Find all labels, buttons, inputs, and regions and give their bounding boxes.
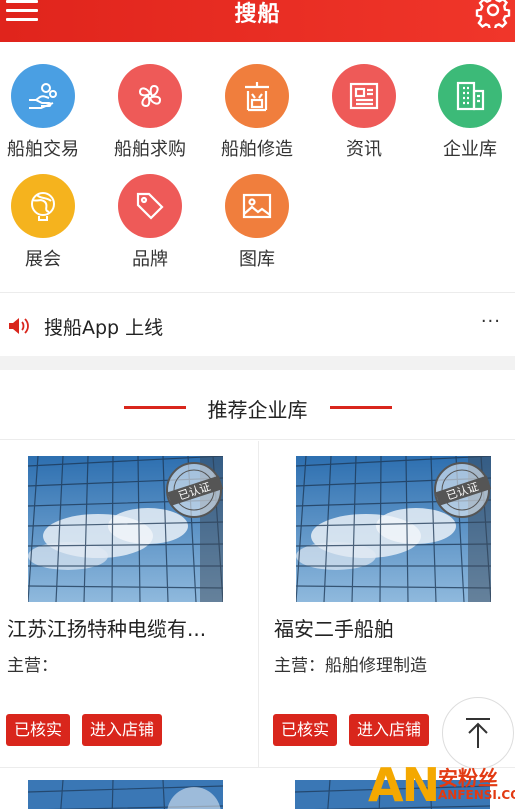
hand-coins-icon <box>11 64 75 128</box>
shop-icon <box>225 64 289 128</box>
building-icon <box>438 64 502 128</box>
app-title: 搜船 <box>234 2 281 27</box>
tag-icon <box>118 174 182 238</box>
verified-tag: 已核实 <box>6 714 71 746</box>
globe-icon <box>11 174 75 238</box>
verified-tag: 已核实 <box>273 714 338 746</box>
category-news[interactable]: 资讯 <box>314 64 414 161</box>
watermark-logo: AN <box>368 758 440 809</box>
category-exhibition[interactable]: 展会 <box>0 174 93 271</box>
gear-icon[interactable] <box>475 0 511 28</box>
company-name[interactable]: 江苏江扬特种电缆有... <box>7 613 247 642</box>
speaker-icon <box>9 318 29 334</box>
category-ship-purchase[interactable]: 船舶求购 <box>100 64 200 161</box>
watermark-cn: 安粉丝 <box>438 766 498 790</box>
newspaper-icon <box>332 64 396 128</box>
app-header: 搜船 <box>0 0 515 42</box>
enter-shop-button[interactable]: 进入店铺 <box>82 714 163 746</box>
arrow-up-icon <box>466 718 490 748</box>
site-watermark: AN 安粉丝 ANFENSI.COM <box>368 758 515 809</box>
company-card[interactable]: 已认证 江苏江扬特种电缆有... 主营： 已核实 进入店铺 <box>0 441 258 767</box>
company-name[interactable]: 福安二手船舶 <box>274 613 514 642</box>
announcement-text[interactable]: 搜船App 上线 <box>44 313 163 340</box>
company-business: 主营： <box>7 656 58 676</box>
company-business: 主营：船舶修理制造 <box>274 656 427 676</box>
announcement-bar[interactable]: 搜船App 上线 ··· <box>0 292 515 356</box>
category-gallery[interactable]: 图库 <box>207 174 307 271</box>
company-photo[interactable]: 已认证 <box>28 456 223 602</box>
enter-shop-button[interactable]: 进入店铺 <box>349 714 430 746</box>
image-icon <box>225 174 289 238</box>
category-company-library[interactable]: 企业库 <box>420 64 515 161</box>
section-title: 推荐企业库 <box>207 398 308 422</box>
watermark-en: ANFENSI.COM <box>438 788 515 802</box>
category-ship-repair[interactable]: 船舶修造 <box>207 64 307 161</box>
category-ship-trade[interactable]: 船舶交易 <box>0 64 93 161</box>
category-brand[interactable]: 品牌 <box>100 174 200 271</box>
company-photo-next[interactable] <box>28 780 223 809</box>
company-photo[interactable]: 已认证 <box>296 456 491 602</box>
recommended-section-header: 推荐企业库 <box>0 370 515 440</box>
heading-decoration-right <box>330 406 392 409</box>
more-options-button[interactable]: ··· <box>481 311 501 332</box>
clover-icon <box>118 64 182 128</box>
section-divider <box>0 356 515 370</box>
